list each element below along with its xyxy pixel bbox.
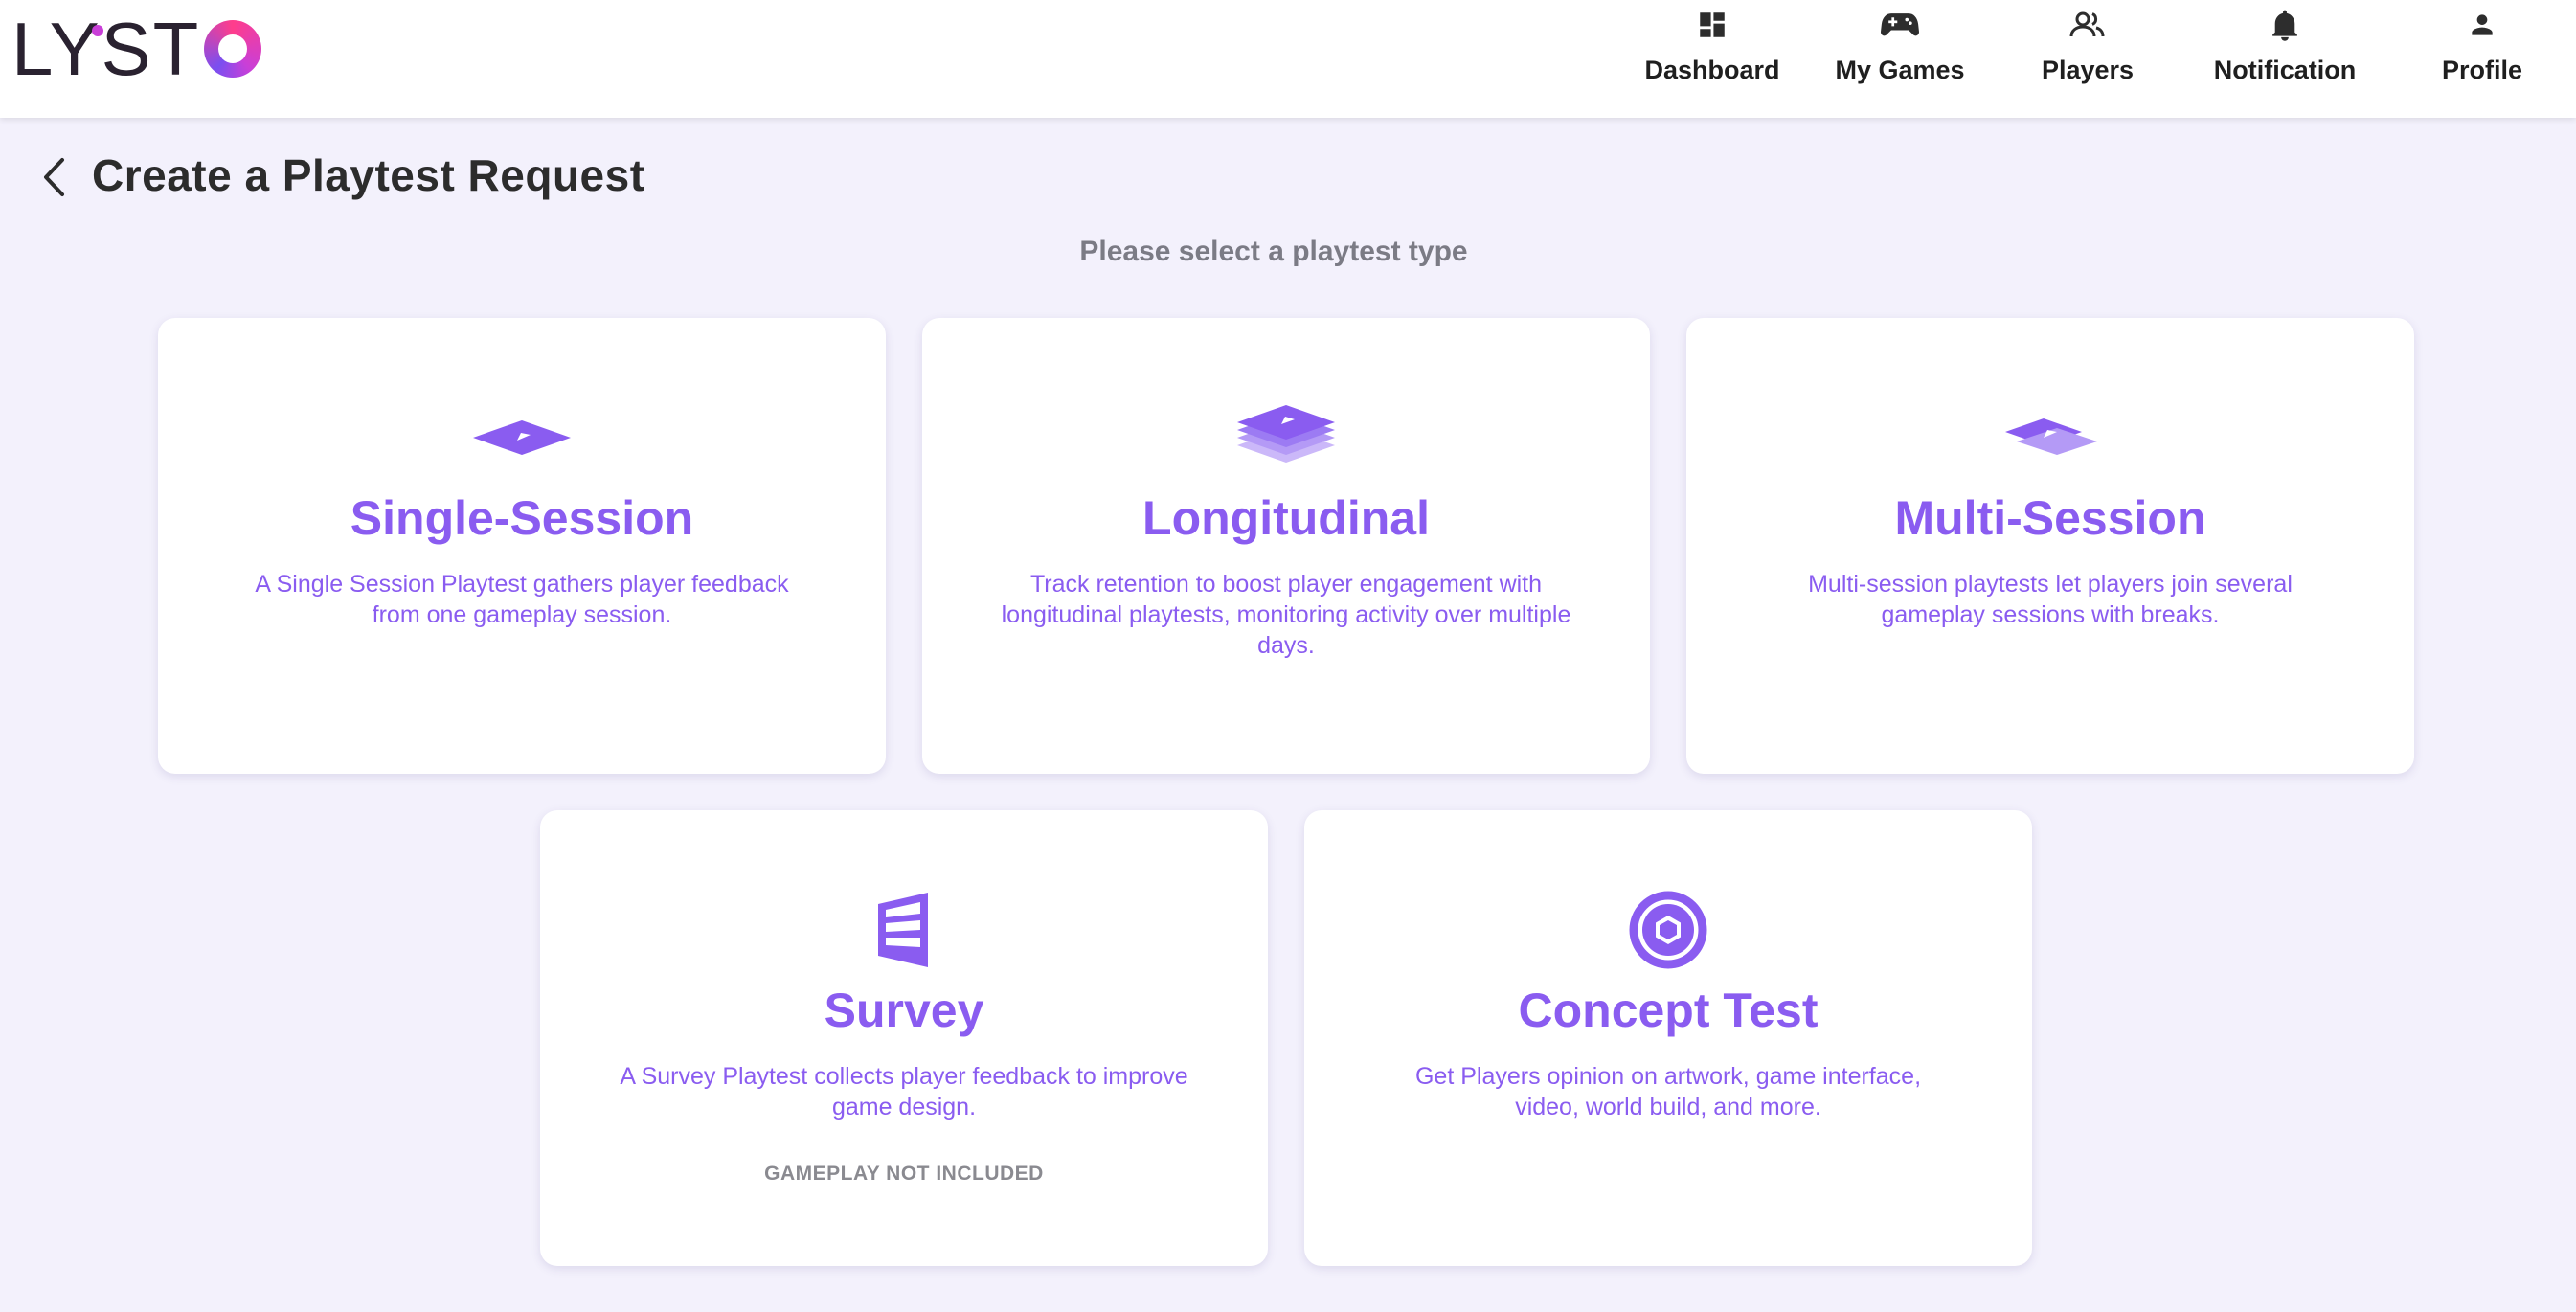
players-icon xyxy=(2068,6,2107,44)
card-description: Multi-session playtests let players join… xyxy=(1808,571,2293,628)
single-layer-icon xyxy=(158,395,886,481)
lysto-logo[interactable]: LYST xyxy=(11,7,262,91)
nav-item-my-games[interactable]: My Games xyxy=(1806,0,1994,118)
nav-item-profile[interactable]: Profile xyxy=(2388,0,2576,118)
logo-wordmark: LYST xyxy=(11,7,201,91)
bell-icon xyxy=(2266,6,2304,44)
split-layers-icon xyxy=(1686,395,2414,481)
card-title: Longitudinal xyxy=(1142,491,1430,545)
card-title: Survey xyxy=(824,984,984,1037)
hexagon-circle-icon xyxy=(1304,887,2032,973)
logo-dot xyxy=(92,25,103,36)
nav-label-dashboard: Dashboard xyxy=(1644,56,1780,84)
card-single-session[interactable]: Single-Session A Single Session Playtest… xyxy=(158,318,886,774)
card-description: Get Players opinion on artwork, game int… xyxy=(1414,1063,1922,1120)
card-survey[interactable]: Survey A Survey Playtest collects player… xyxy=(540,810,1268,1266)
card-title: Multi-Session xyxy=(1894,491,2206,545)
stacked-layers-icon xyxy=(922,395,1650,481)
card-concept-test[interactable]: Concept Test Get Players opinion on artw… xyxy=(1304,810,2032,1266)
card-multi-session[interactable]: Multi-Session Multi-session playtests le… xyxy=(1686,318,2414,774)
nav-item-players[interactable]: Players xyxy=(1994,0,2181,118)
gamepad-icon xyxy=(1881,6,1919,44)
card-title: Concept Test xyxy=(1518,984,1819,1037)
page-subtitle: Please select a playtest type xyxy=(0,236,2576,268)
back-button[interactable] xyxy=(34,153,73,201)
dashboard-icon xyxy=(1693,6,1731,44)
card-title: Single-Session xyxy=(350,491,694,545)
page-title: Create a Playtest Request xyxy=(92,150,645,200)
nav-label-my-games: My Games xyxy=(1835,56,1965,84)
person-icon xyxy=(2463,6,2501,44)
nav-item-notification[interactable]: Notification xyxy=(2181,0,2388,118)
nav-label-players: Players xyxy=(2041,56,2135,84)
nav-item-dashboard[interactable]: Dashboard xyxy=(1618,0,1806,118)
nav-label-profile: Profile xyxy=(2441,56,2523,84)
chevron-left-icon xyxy=(44,158,64,196)
card-description: A Survey Playtest collects player feedba… xyxy=(620,1063,1188,1120)
top-navigation-bar: LYST Dashboard My Games Players Notifica… xyxy=(0,0,2576,118)
survey-icon xyxy=(540,887,1268,973)
card-longitudinal[interactable]: Longitudinal Track retention to boost pl… xyxy=(922,318,1650,774)
nav-label-notification: Notification xyxy=(2213,56,2357,84)
gameplay-not-included-note: GAMEPLAY NOT INCLUDED xyxy=(764,1163,1044,1185)
main-nav: Dashboard My Games Players Notification … xyxy=(1618,0,2576,118)
logo-o-mark xyxy=(204,20,262,78)
subtitle-text: Please select a playtest type xyxy=(1079,236,1468,267)
card-description: A Single Session Playtest gathers player… xyxy=(255,571,789,628)
card-description: Track retention to boost player engageme… xyxy=(1001,571,1571,659)
